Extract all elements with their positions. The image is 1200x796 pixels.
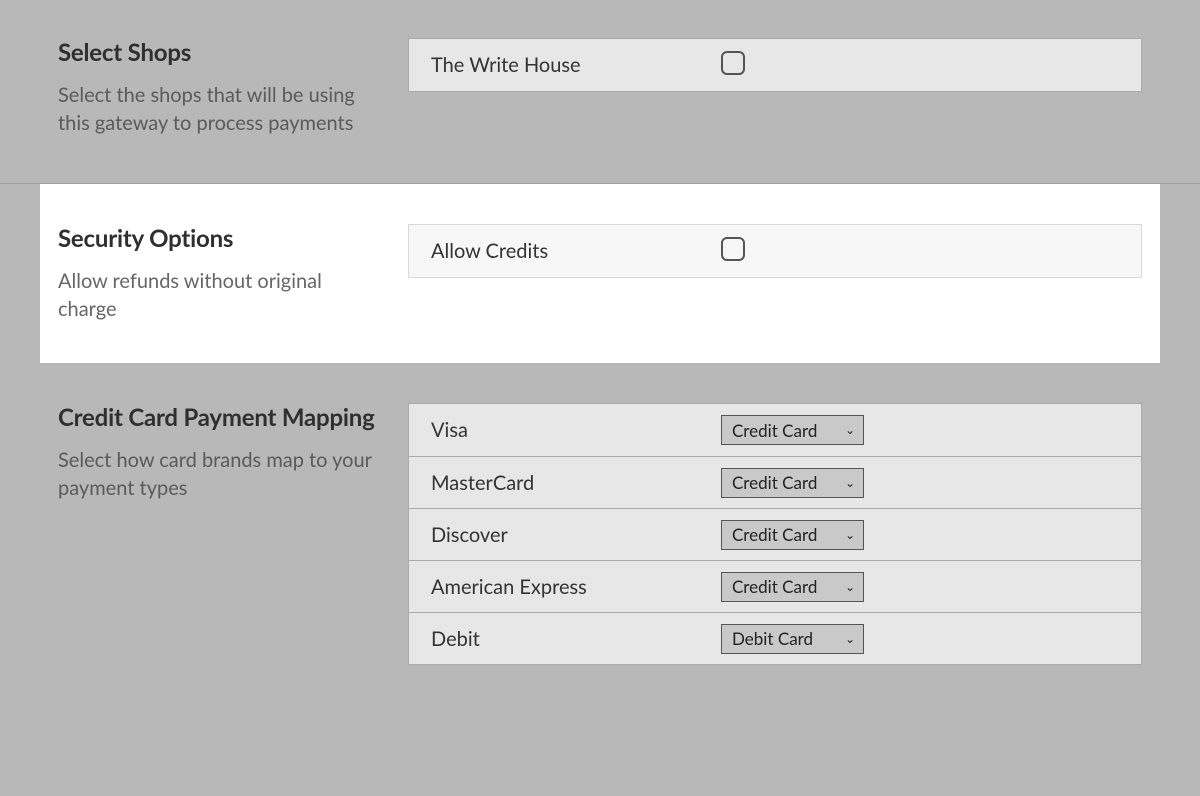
allow-credits-label: Allow Credits (431, 239, 721, 263)
shop-option-label: The Write House (431, 53, 721, 77)
card-mapping-desc: Select how card brands map to your payme… (58, 446, 378, 502)
mapping-select[interactable]: Credit Card ⌄ (721, 572, 864, 602)
card-mapping-title: Credit Card Payment Mapping (58, 403, 378, 432)
shop-option-checkbox[interactable] (721, 51, 745, 75)
mapping-select[interactable]: Credit Card ⌄ (721, 415, 864, 445)
mapping-select[interactable]: Debit Card ⌄ (721, 624, 864, 654)
allow-credits-row[interactable]: Allow Credits (409, 225, 1141, 277)
mapping-brand-label: Discover (431, 523, 721, 547)
chevron-down-icon: ⌄ (845, 424, 855, 436)
mapping-brand-label: Visa (431, 418, 721, 442)
select-shops-desc: Select the shops that will be using this… (58, 81, 378, 137)
mapping-brand-label: MasterCard (431, 471, 721, 495)
mapping-select-value: Credit Card (732, 472, 817, 493)
chevron-down-icon: ⌄ (845, 581, 855, 593)
shop-option-row[interactable]: The Write House (409, 39, 1141, 91)
mapping-row: Discover Credit Card ⌄ (409, 508, 1141, 560)
mapping-select[interactable]: Credit Card ⌄ (721, 468, 864, 498)
security-options-desc: Allow refunds without original charge (58, 267, 378, 323)
mapping-brand-label: American Express (431, 575, 721, 599)
chevron-down-icon: ⌄ (845, 477, 855, 489)
section-select-shops: Select Shops Select the shops that will … (0, 0, 1200, 184)
mapping-row: Visa Credit Card ⌄ (409, 404, 1141, 456)
select-shops-title: Select Shops (58, 38, 378, 67)
security-options-panel: Allow Credits (408, 224, 1142, 278)
mapping-row: Debit Debit Card ⌄ (409, 612, 1141, 664)
chevron-down-icon: ⌄ (845, 633, 855, 645)
allow-credits-checkbox[interactable] (721, 237, 745, 261)
mapping-select-value: Credit Card (732, 420, 817, 441)
section-security-options: Security Options Allow refunds without o… (40, 184, 1160, 363)
mapping-brand-label: Debit (431, 627, 721, 651)
section-card-mapping: Credit Card Payment Mapping Select how c… (0, 363, 1200, 725)
mapping-row: MasterCard Credit Card ⌄ (409, 456, 1141, 508)
chevron-down-icon: ⌄ (845, 529, 855, 541)
security-options-title: Security Options (58, 224, 378, 253)
mapping-row: American Express Credit Card ⌄ (409, 560, 1141, 612)
mapping-select-value: Debit Card (732, 628, 813, 649)
mapping-select-value: Credit Card (732, 576, 817, 597)
card-mapping-panel: VisaCredit Card⌄MasterCardCredit Card⌄Di… (408, 403, 1142, 665)
mapping-select[interactable]: Credit Card ⌄ (721, 520, 864, 550)
select-shops-panel: The Write House (408, 38, 1142, 92)
mapping-select-value: Credit Card (732, 524, 817, 545)
